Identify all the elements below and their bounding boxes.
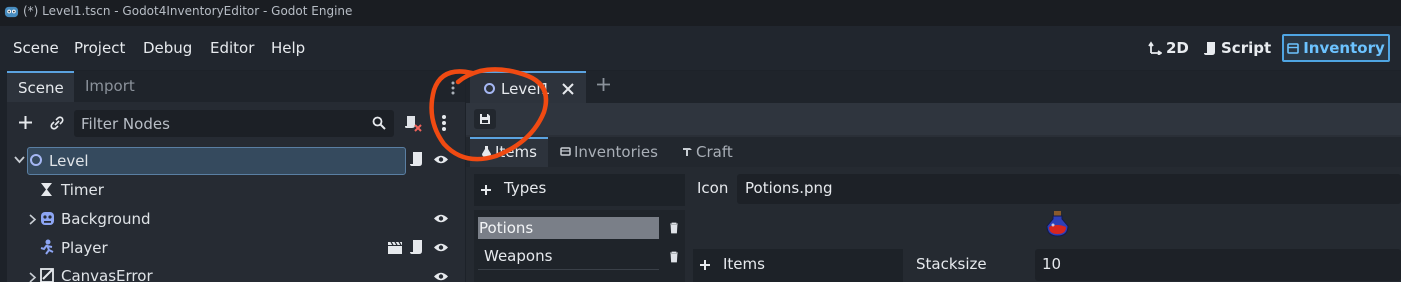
inventory-chest-icon (560, 147, 571, 156)
visibility-eye-icon[interactable] (433, 271, 449, 282)
icon-path-field[interactable]: Potions.png (737, 174, 1401, 204)
icon-label: Icon (697, 179, 729, 197)
tab-import[interactable]: Import (85, 77, 135, 95)
menu-help[interactable]: Help (271, 39, 305, 57)
chevron-down-icon[interactable] (14, 156, 25, 164)
type-item-weapons-label: Weapons (484, 247, 553, 265)
script-attached-icon[interactable] (410, 151, 424, 168)
more-options-icon[interactable] (441, 114, 447, 132)
tree-item-level[interactable]: Level (49, 152, 89, 170)
godot-logo-icon (4, 6, 19, 18)
stacksize-value: 10 (1042, 255, 1062, 273)
dock-menu-icon[interactable] (450, 80, 456, 96)
filter-nodes-box (74, 110, 394, 137)
close-icon[interactable] (562, 83, 574, 95)
save-button[interactable] (474, 109, 496, 129)
trash-icon[interactable] (669, 222, 679, 234)
visibility-eye-icon[interactable] (433, 154, 449, 165)
inventory-chest-icon (1287, 42, 1300, 54)
type-item-potions[interactable]: Potions (478, 217, 659, 239)
node2d-circle-icon (484, 83, 495, 94)
tree-item-player[interactable]: Player (61, 239, 108, 257)
tab-level1-label: Level1 (501, 80, 551, 98)
potion-icon (482, 146, 491, 157)
tab-items-label: Items (495, 143, 537, 161)
new-tab-plus-icon[interactable] (596, 77, 611, 92)
types-header-label: Types (504, 179, 547, 197)
hourglass-icon (41, 183, 52, 196)
workspace-inventory-label: Inventory (1303, 39, 1385, 57)
potion-preview-image (1046, 211, 1069, 237)
menu-debug[interactable]: Debug (143, 39, 192, 57)
menu-scene[interactable]: Scene (13, 39, 59, 57)
stacksize-label: Stacksize (916, 255, 987, 273)
tree-item-timer[interactable]: Timer (61, 181, 104, 199)
items-header-label: Items (723, 255, 765, 273)
workspace-inventory-button[interactable]: Inventory (1282, 34, 1390, 62)
window-title: (*) Level1.tscn - Godot4InventoryEditor … (23, 4, 353, 18)
tab-scene[interactable]: Scene (7, 71, 74, 102)
dock-tab-bar (7, 71, 465, 102)
clapperboard-icon[interactable] (387, 241, 403, 255)
sprite-icon (41, 212, 54, 225)
filter-nodes-input[interactable] (81, 113, 361, 134)
character-body-icon (40, 239, 54, 255)
trash-icon[interactable] (669, 251, 679, 263)
menu-project[interactable]: Project (74, 39, 125, 57)
script-icon (1204, 41, 1215, 55)
canvas-icon (40, 268, 54, 282)
visibility-eye-icon[interactable] (433, 242, 449, 253)
node2d-circle-icon (30, 154, 42, 166)
tab-level1[interactable]: Level1 (470, 71, 586, 103)
search-icon (372, 116, 386, 130)
tree-item-background[interactable]: Background (61, 210, 151, 228)
tab-craft[interactable]: Craft (696, 143, 733, 161)
tab-inventories[interactable]: Inventories (574, 143, 658, 161)
items-header[interactable]: Items (693, 249, 903, 282)
add-node-icon[interactable] (18, 115, 33, 130)
chevron-right-icon[interactable] (29, 214, 37, 225)
link-icon[interactable] (49, 115, 65, 131)
add-type-icon[interactable] (480, 184, 492, 196)
workspace-2d-button[interactable]: 2D (1148, 34, 1189, 62)
types-header[interactable]: Types (474, 174, 685, 206)
workspace-script-button[interactable]: Script (1204, 34, 1271, 62)
menu-editor[interactable]: Editor (210, 39, 254, 57)
chevron-right-icon[interactable] (29, 272, 37, 282)
tree-item-canvaserror[interactable]: CanvasError (61, 267, 153, 282)
tab-scene-label: Scene (18, 79, 64, 97)
2d-axis-icon (1148, 41, 1162, 55)
icon-path-value: Potions.png (745, 179, 833, 197)
craft-hammer-icon (683, 148, 692, 156)
workspace-script-label: Script (1221, 39, 1272, 57)
script-attached-icon[interactable] (410, 239, 424, 256)
add-item-icon[interactable] (699, 259, 711, 271)
save-icon (480, 114, 490, 124)
remote-script-icon[interactable] (404, 114, 422, 132)
type-item-potions-label: Potions (479, 219, 534, 237)
scene-toolbar (466, 103, 1401, 135)
visibility-eye-icon[interactable] (433, 213, 449, 224)
workspace-2d-label: 2D (1166, 39, 1189, 57)
type-item-weapons[interactable]: Weapons (478, 244, 659, 270)
stacksize-field[interactable]: 10 (1035, 249, 1401, 281)
